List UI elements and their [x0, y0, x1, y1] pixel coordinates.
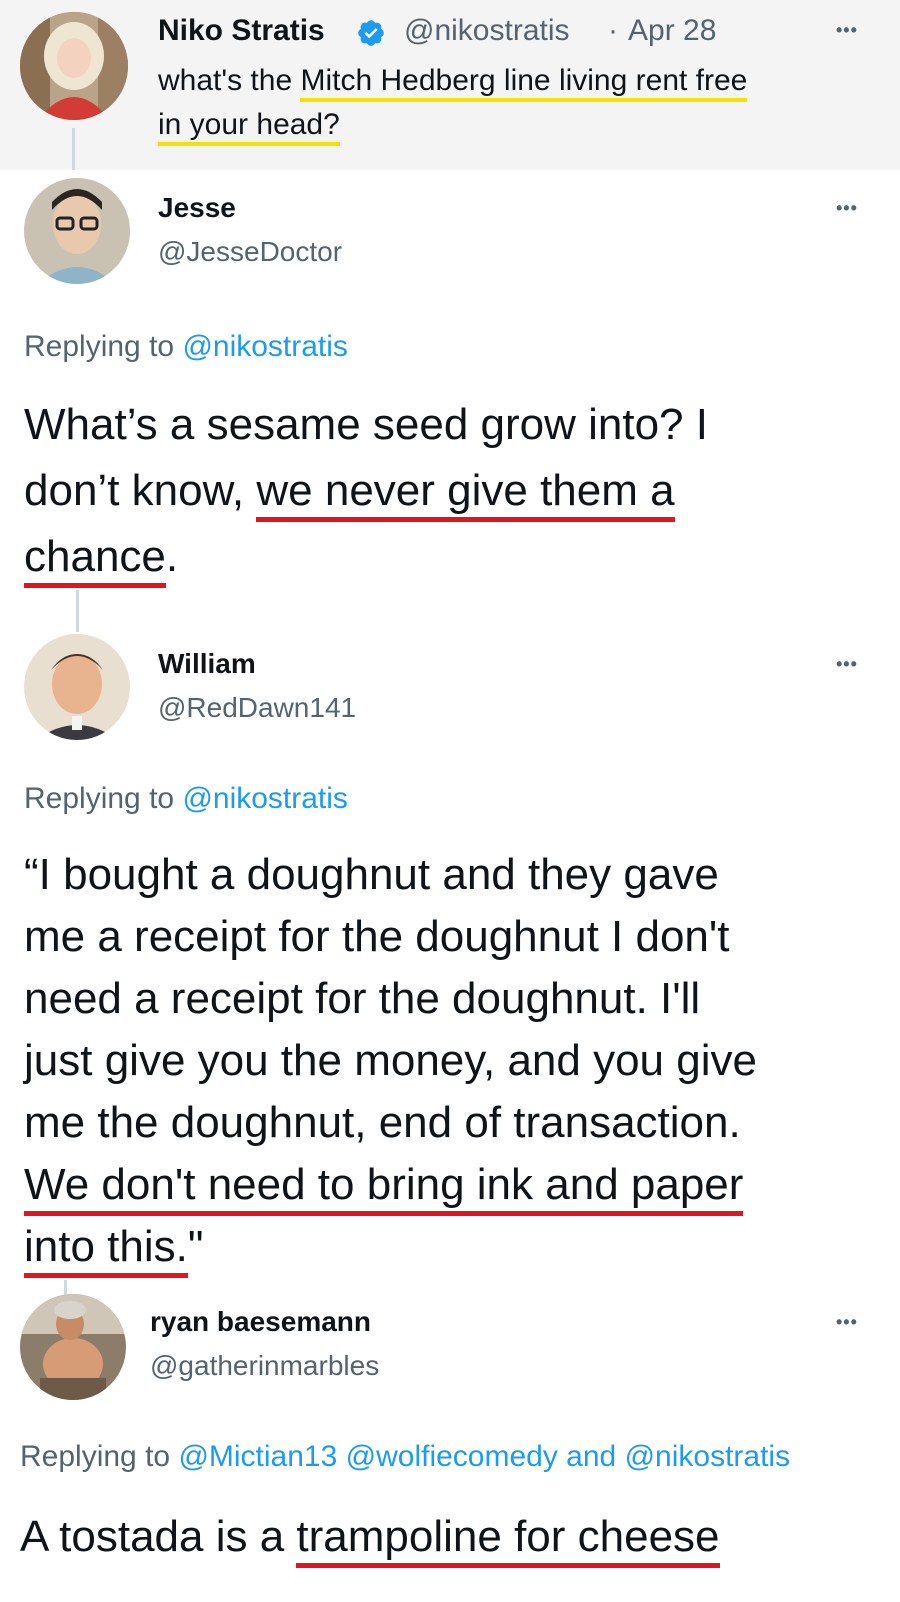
- avatar[interactable]: [20, 12, 128, 120]
- mention-link[interactable]: @Mictian13: [178, 1440, 337, 1473]
- thread-connector: [72, 128, 75, 170]
- author-name[interactable]: ryan baesemann: [150, 1306, 371, 1338]
- underlined-text: chance: [24, 532, 166, 588]
- author-handle[interactable]: @gatherinmarbles: [150, 1350, 379, 1382]
- underlined-text: trampoline for cheese: [296, 1512, 720, 1568]
- tweet-text-line: don’t know, we never give them a: [24, 466, 675, 522]
- tweet-text-line: chance.: [24, 532, 178, 588]
- underlined-text: into this.: [24, 1222, 188, 1278]
- avatar[interactable]: [24, 178, 130, 284]
- thread-connector: [76, 590, 79, 632]
- mention-link[interactable]: @nikostratis: [182, 782, 348, 815]
- tweet-text-line: “I bought a doughnut and they gave: [24, 850, 719, 899]
- tweet-text-line: just give you the money, and you give: [24, 1036, 757, 1085]
- avatar-image: [20, 12, 128, 120]
- mention-link[interactable]: @nikostratis: [625, 1440, 791, 1473]
- original-tweet[interactable]: Niko Stratis @nikostratis · Apr 28 ••• w…: [0, 0, 900, 170]
- author-name[interactable]: Jesse: [158, 192, 236, 224]
- tweet-text-line: We don't need to bring ink and paper: [24, 1160, 744, 1216]
- tweet-text-line: need a receipt for the doughnut. I'll: [24, 974, 701, 1023]
- tweet-text-line: what's the Mitch Hedberg line living ren…: [158, 64, 748, 102]
- tweet-text-line: in your head?: [158, 108, 340, 146]
- tweet-date[interactable]: Apr 28: [628, 14, 716, 48]
- more-options-icon[interactable]: •••: [836, 20, 858, 41]
- replying-to: Replying to @nikostratis: [24, 782, 348, 815]
- avatar-image: [20, 1294, 126, 1400]
- author-handle[interactable]: @JesseDoctor: [158, 236, 342, 268]
- tweet-text-line: What’s a sesame seed grow into? I: [24, 400, 708, 449]
- more-options-icon[interactable]: •••: [836, 1312, 858, 1333]
- tweet-text-line: into this.": [24, 1222, 204, 1278]
- underlined-text: We don't need to bring ink and paper: [24, 1160, 744, 1216]
- replying-to: Replying to @Mictian13 @wolfiecomedy and…: [20, 1440, 791, 1473]
- mention-link[interactable]: @wolfiecomedy: [346, 1440, 558, 1473]
- more-options-icon[interactable]: •••: [836, 198, 858, 219]
- highlighted-text: in your head?: [158, 108, 340, 146]
- avatar-image: [24, 634, 130, 740]
- author-name[interactable]: Niko Stratis: [158, 14, 325, 48]
- separator-dot: ·: [608, 14, 618, 47]
- author-handle[interactable]: @nikostratis: [404, 14, 570, 48]
- tweet-text: what's the: [158, 64, 301, 97]
- more-options-icon[interactable]: •••: [836, 654, 858, 675]
- tweet-text-line: me a receipt for the doughnut I don't: [24, 912, 730, 961]
- avatar-image: [24, 178, 130, 284]
- avatar[interactable]: [20, 1294, 126, 1400]
- verified-badge-icon: [358, 20, 384, 46]
- avatar[interactable]: [24, 634, 130, 740]
- author-name[interactable]: William: [158, 648, 256, 680]
- replying-to: Replying to @nikostratis: [24, 330, 348, 363]
- tweet-text-line: me the doughnut, end of transaction.: [24, 1098, 741, 1147]
- tweet-text-line: A tostada is a trampoline for cheese: [20, 1512, 720, 1568]
- highlighted-text: Mitch Hedberg line living rent free: [300, 64, 748, 102]
- mention-link[interactable]: @nikostratis: [182, 330, 348, 363]
- author-handle[interactable]: @RedDawn141: [158, 692, 356, 724]
- underlined-text: we never give them a: [256, 466, 675, 522]
